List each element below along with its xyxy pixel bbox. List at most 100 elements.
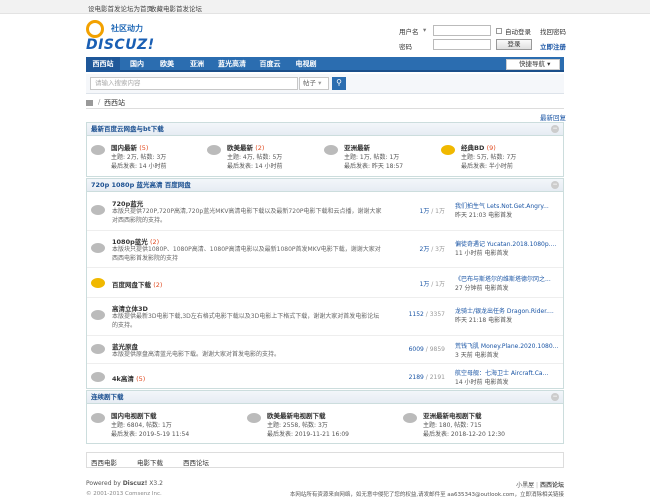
forum-section-tv: 连续剧下载 − 国内电视剧下载 主题: 6804, 帖数: 1万 最后发表: 20… <box>86 390 564 444</box>
nav-item-baiduyun[interactable]: 百度云 <box>252 57 288 72</box>
forum-name[interactable]: 亚洲最新电视剧下载 <box>423 410 482 420</box>
forum-name[interactable]: 欧美最新电视剧下载 <box>267 410 326 420</box>
friend-link[interactable]: 电影下载 <box>137 457 163 467</box>
section-title[interactable]: 720p 1080p 蓝光高清 百度网盘 − <box>87 179 563 192</box>
forum-row[interactable]: 蓝光原盘 本版提供原盘高清蓝光电影下载。谢谢大家对首发电影的支持。 6009 /… <box>87 335 563 363</box>
forum-stats: 主题: 2558, 帖数: 3万 <box>267 422 328 429</box>
section-title[interactable]: 连续剧下载 − <box>87 391 563 404</box>
forum-stats: 主题: 2万, 帖数: 3万 <box>111 154 167 161</box>
forum-row[interactable]: 4k高清 (5) 2189 / 2191 航空母舰：七海卫士 Aircraft.… <box>87 363 563 389</box>
forum-counts: 2万 / 3万 <box>419 246 446 253</box>
last-post-title[interactable]: 龙骑士/银龙出任务 Dragon.Rider.... <box>455 306 560 315</box>
forum-home-link[interactable]: 西西论坛 <box>540 482 564 489</box>
friend-links: 西西电影 电影下载 西西论坛 <box>86 452 564 468</box>
forum-bubble-icon <box>91 145 105 155</box>
forum-name[interactable]: 经典BD (9) <box>461 142 496 152</box>
forum-counts: 6009 / 9859 <box>408 346 445 353</box>
forum-bubble-icon <box>91 205 105 215</box>
forum-last-post: 最后发表: 2019-11-21 16:09 <box>267 431 349 438</box>
collapse-icon[interactable]: − <box>551 393 559 401</box>
nav-item-bluray[interactable]: 蓝光高清 <box>212 57 252 72</box>
forum-counts: 1万 / 1万 <box>419 281 446 288</box>
forum-last-post: 最后发表: 14 小时前 <box>111 163 167 170</box>
collapse-icon[interactable]: − <box>551 181 559 189</box>
last-post-title[interactable]: 偏徒奇遇记 Yucatan.2018.1080p.... <box>455 239 560 248</box>
chevron-down-icon[interactable]: ▾ <box>423 26 426 34</box>
forum-last-post: 最后发表: 2019-5-19 11:54 <box>111 431 190 438</box>
forum-row[interactable]: 百度网盘下载 (2) 1万 / 1万 《巴布与斯塔尔的维斯塔德尔冈之... 27… <box>87 267 563 297</box>
auto-login-label: 自动登录 <box>505 28 531 36</box>
last-post-title[interactable]: 荒钱飞肌 Money.Plane.2020.1080... <box>455 341 560 350</box>
set-homepage-link[interactable]: 设电影首发论坛为首页 <box>88 3 153 13</box>
forum-stats: 主题: 180, 帖数: 715 <box>423 422 482 429</box>
forum-bubble-icon <box>247 413 261 423</box>
forgot-password-link[interactable]: 找回密码 <box>540 26 566 36</box>
logo-text-en: DISCUZ! <box>86 37 155 53</box>
last-post-meta: 3 天前 电影首发 <box>455 352 499 359</box>
chevron-down-icon: ▾ <box>547 60 551 68</box>
search-input[interactable]: 请输入搜索内容 <box>90 77 298 90</box>
forum-counts: 1万 / 1万 <box>419 208 446 215</box>
forum-stats: 主题: 6804, 帖数: 1万 <box>111 422 172 429</box>
forum-last-post: 最后发表: 半小时前 <box>461 163 513 170</box>
forum-section-latest: 最新百度云网盘与bt下载 − 国内最新 (5) 主题: 2万, 帖数: 3万 最后… <box>86 122 564 177</box>
forum-stats: 主题: 5万, 帖数: 7万 <box>461 154 517 161</box>
forum-name[interactable]: 百度网盘下载 (2) <box>112 279 162 289</box>
nav-item-home[interactable]: 西西站 <box>86 57 120 72</box>
section-title[interactable]: 最新百度云网盘与bt下载 − <box>87 123 563 136</box>
forum-stats: 主题: 4万, 帖数: 5万 <box>227 154 283 161</box>
forum-row[interactable]: 720p蓝光 本版只提供720P,720P高清,720p蓝光MKV高清电影下载以… <box>87 193 563 230</box>
quick-nav-button[interactable]: 快捷导航 ▾ <box>506 59 560 70</box>
forum-bubble-icon <box>324 145 338 155</box>
auto-login-checkbox[interactable] <box>496 28 502 34</box>
bookmark-link[interactable]: 收藏电影首发论坛 <box>150 3 202 13</box>
forum-bubble-new-icon <box>91 278 105 288</box>
search-icon: ⚲ <box>336 78 342 87</box>
latest-reply-link[interactable]: 最新回复 <box>540 112 566 122</box>
forum-last-post: 最后发表: 昨天 18:57 <box>344 163 404 170</box>
forum-counts: 1152 / 3357 <box>408 311 445 318</box>
register-link[interactable]: 立即注册 <box>540 41 566 51</box>
forum-row[interactable]: 1080p蓝光 (2) 本版块只提供1080P、1080P高清、1080P高清电… <box>87 230 563 267</box>
password-input[interactable] <box>433 39 491 50</box>
collapse-icon[interactable]: − <box>551 125 559 133</box>
logo-text-cn: 社区动力 <box>111 24 143 33</box>
forum-row[interactable]: 高清立体3D 本版提供最新3D电影下载,3D左右格式电影下载以及3D电影上下格式… <box>87 297 563 335</box>
home-icon[interactable] <box>86 100 93 106</box>
forum-name[interactable]: 国内电视剧下载 <box>111 410 157 420</box>
username-input[interactable] <box>433 25 491 36</box>
forum-last-post: 最后发表: 14 小时前 <box>227 163 283 170</box>
friend-link[interactable]: 西西论坛 <box>183 457 209 467</box>
nav-item-tv-series[interactable]: 电视剧 <box>288 57 324 72</box>
forum-name[interactable]: 欧美最新 (2) <box>227 142 264 152</box>
password-label: 密码 <box>399 43 412 51</box>
friend-link[interactable]: 西西电影 <box>91 457 117 467</box>
nav-item-asia[interactable]: 亚洲 <box>182 57 212 72</box>
footer-right-links: 小黑屋 | 西西论坛 <box>516 482 564 489</box>
last-post-title[interactable]: 《巴布与斯塔尔的维斯塔德尔冈之... <box>455 274 560 283</box>
forum-description: 本版提供原盘高清蓝光电影下载。谢谢大家对首发电影的支持。 <box>112 351 281 358</box>
search-button[interactable]: ⚲ <box>332 77 346 90</box>
forum-last-post: 最后发表: 2018-12-20 12:30 <box>423 431 505 438</box>
forum-bubble-icon <box>91 344 105 354</box>
blacklist-link[interactable]: 小黑屋 <box>516 482 534 489</box>
forum-name[interactable]: 亚洲最新 <box>344 142 370 152</box>
login-button[interactable]: 登录 <box>496 39 532 50</box>
nav-item-domestic[interactable]: 国内 <box>122 57 152 72</box>
forum-bubble-new-icon <box>441 145 455 155</box>
site-logo[interactable]: 社区动力 DISCUZ! <box>86 20 156 54</box>
main-nav: 西西站 国内 欧美 亚洲 蓝光高清 百度云 电视剧 快捷导航 ▾ <box>86 57 564 72</box>
forum-name[interactable]: 4k高清 (5) <box>112 373 145 383</box>
forum-name[interactable]: 国内最新 (5) <box>111 142 148 152</box>
last-post-meta: 11 小时前 电影首发 <box>455 250 509 257</box>
search-type-select[interactable]: 帖子 ▾ <box>299 77 329 90</box>
last-post-title[interactable]: 航空母舰：七海卫士 Aircraft.Ca... <box>455 368 560 377</box>
lightbulb-icon <box>86 20 104 38</box>
last-post-title[interactable]: 我们拍生气 Lets.Not.Get.Angry... <box>455 201 560 210</box>
forum-bubble-icon <box>91 310 105 320</box>
nav-item-western[interactable]: 欧美 <box>152 57 182 72</box>
forum-counts: 2189 / 2191 <box>408 374 445 381</box>
breadcrumb-current[interactable]: 西西站 <box>104 98 125 108</box>
forum-description: 本版块只提供1080P、1080P高清、1080P高清电影以及最新1080P首发… <box>112 246 381 262</box>
forum-bubble-icon <box>207 145 221 155</box>
